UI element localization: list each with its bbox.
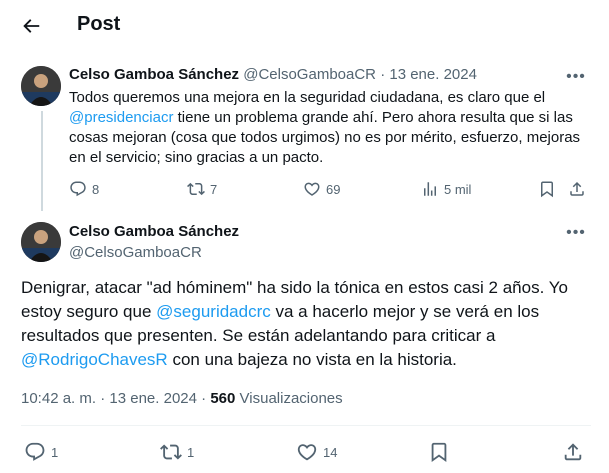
mention-link[interactable]: @presidenciacr (69, 109, 173, 126)
mention-link[interactable]: @seguridadcrc (156, 302, 271, 321)
heart-icon (297, 444, 317, 461)
repost-icon (160, 444, 182, 460)
like-button[interactable]: 14 (296, 441, 337, 463)
separator: · (100, 390, 106, 407)
divider (21, 425, 591, 426)
parent-tweet-text: Todos queremos una mejora en la segurida… (69, 88, 589, 168)
author-name[interactable]: Celso Gamboa Sánchez (69, 223, 239, 240)
author-handle[interactable]: @CelsoGamboaCR (69, 244, 202, 261)
tweet-date[interactable]: 13 ene. 2024 (389, 66, 477, 83)
tweet-date[interactable]: 13 ene. 2024 (109, 390, 197, 407)
tweet-text-part: con una bajeza no vista en la historia. (167, 350, 457, 369)
profile-photo (21, 66, 61, 106)
share-icon (570, 181, 584, 196)
author-handle[interactable]: @CelsoGamboaCR (243, 66, 376, 83)
more-horizontal-icon[interactable]: ••• (566, 69, 586, 90)
reply-button[interactable]: 8 (69, 180, 99, 198)
views-count: 5 mil (444, 181, 472, 197)
share-button[interactable] (562, 441, 584, 463)
bookmark-button[interactable] (538, 180, 556, 198)
arrow-left-icon[interactable] (20, 15, 42, 37)
repost-icon (187, 182, 205, 196)
repost-count: 7 (210, 181, 218, 197)
bookmark-icon (541, 181, 553, 198)
page-title: Post (77, 13, 121, 35)
share-button[interactable] (568, 180, 586, 198)
thread-connector (41, 111, 43, 211)
reply-icon (25, 442, 45, 461)
reply-icon (70, 181, 86, 197)
separator: · (380, 66, 386, 83)
reply-count: 8 (92, 181, 100, 197)
bookmark-icon (431, 442, 447, 463)
separator: · (201, 390, 207, 407)
heart-icon (304, 182, 320, 196)
author-name[interactable]: Celso Gamboa Sánchez (69, 66, 239, 83)
analytics-icon (424, 182, 436, 196)
avatar[interactable] (21, 222, 61, 262)
views-button[interactable]: 5 mil (421, 180, 471, 198)
parent-tweet-header: Celso Gamboa Sánchez @CelsoGamboaCR · 13… (69, 66, 477, 83)
profile-photo (21, 222, 61, 262)
repost-button[interactable]: 7 (187, 180, 217, 198)
main-tweet-text: Denigrar, atacar "ad hóminem" ha sido la… (21, 276, 591, 372)
avatar[interactable] (21, 66, 61, 106)
reply-count: 1 (51, 444, 59, 460)
views-label: Visualizaciones (239, 390, 343, 407)
bookmark-button[interactable] (428, 441, 450, 463)
tweet-text-part: Todos queremos una mejora en la segurida… (69, 89, 546, 106)
mention-link[interactable]: @RodrigoChavesR (21, 350, 168, 369)
like-button[interactable]: 69 (303, 180, 340, 198)
repost-button[interactable]: 1 (160, 441, 194, 463)
share-icon (564, 443, 582, 461)
reply-button[interactable]: 1 (24, 441, 58, 463)
tweet-time[interactable]: 10:42 a. m. (21, 390, 96, 407)
more-horizontal-icon[interactable]: ••• (566, 225, 586, 246)
tweet-meta: 10:42 a. m. · 13 ene. 2024 · 560 Visuali… (21, 390, 343, 407)
top-bar: Post (0, 0, 609, 52)
like-count: 14 (323, 444, 338, 460)
like-count: 69 (326, 181, 341, 197)
views-count: 560 (210, 390, 236, 407)
repost-count: 1 (187, 444, 195, 460)
